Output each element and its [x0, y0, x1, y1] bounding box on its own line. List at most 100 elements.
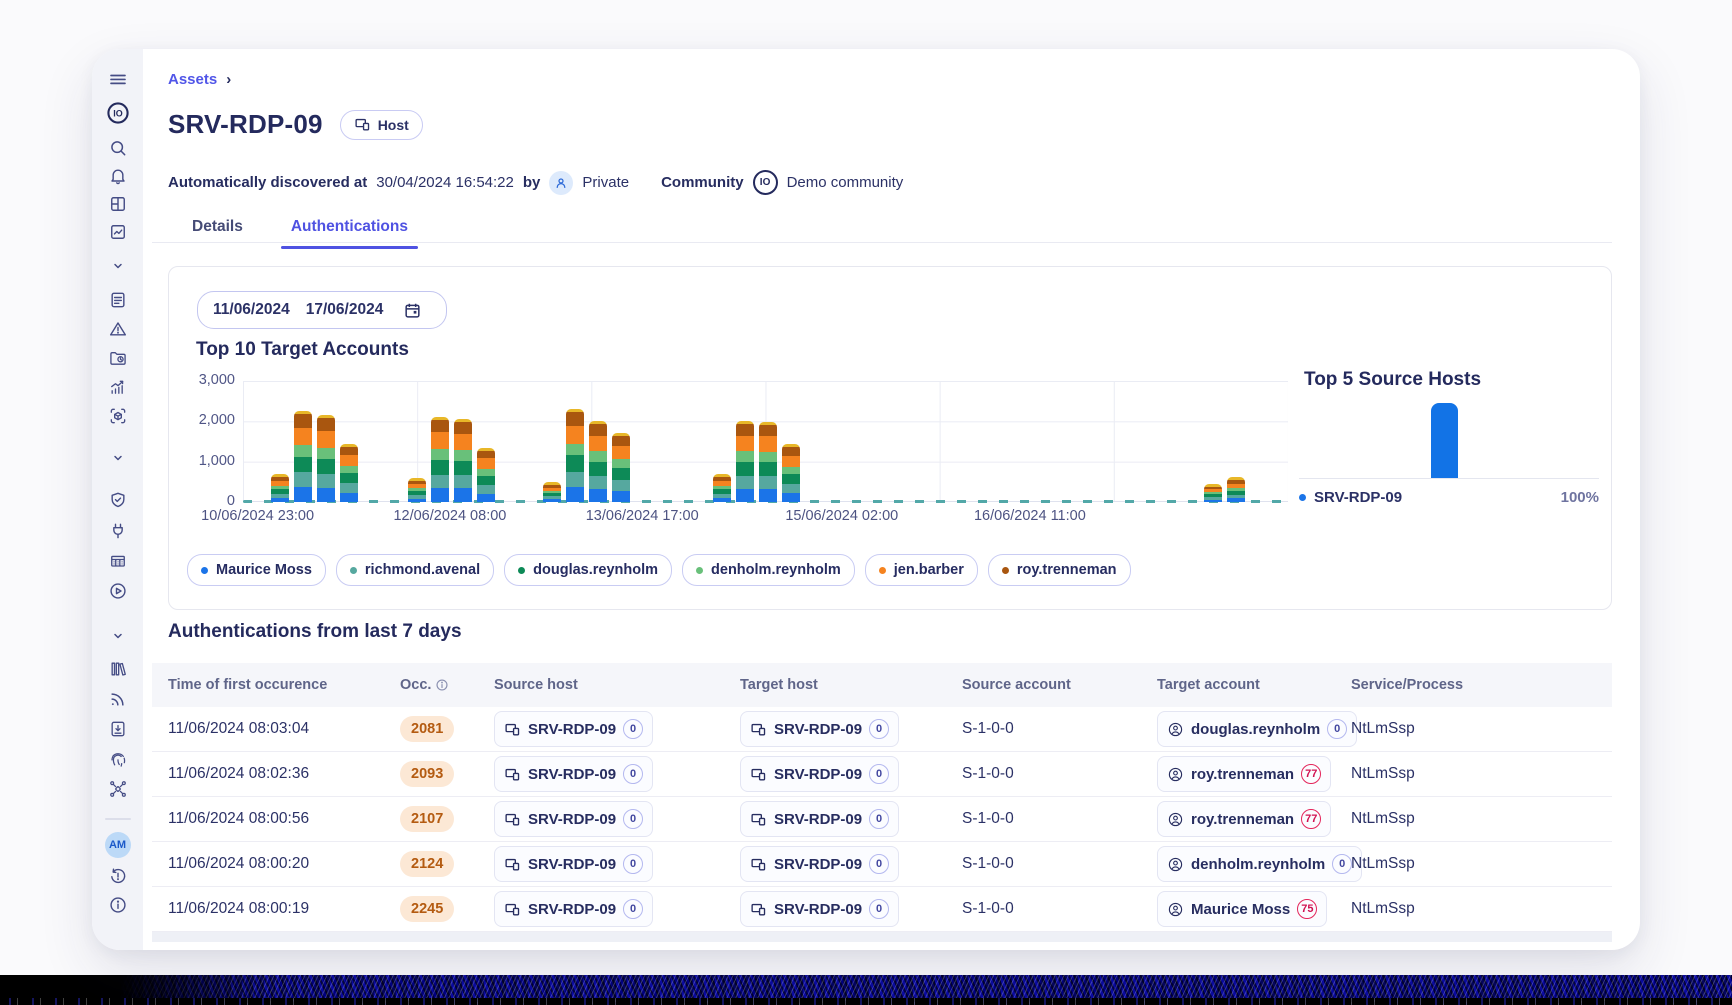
- chevron-down-icon[interactable]: [109, 449, 127, 467]
- entity-chip[interactable]: roy.trenneman77: [1157, 756, 1331, 792]
- stacked-bar[interactable]: [317, 415, 335, 502]
- stacked-bar[interactable]: [454, 419, 472, 502]
- host-type-badge[interactable]: Host: [340, 110, 423, 140]
- plot-area: [243, 381, 1288, 502]
- stacked-bar[interactable]: [431, 417, 449, 502]
- community-value: Demo community: [787, 174, 904, 191]
- entity-chip[interactable]: SRV-RDP-090: [494, 756, 653, 792]
- source-host-bar[interactable]: [1431, 403, 1458, 478]
- tab-authentications[interactable]: Authentications: [281, 212, 418, 249]
- shield-check-icon[interactable]: [108, 490, 128, 510]
- y-axis-tick: 0: [189, 493, 235, 509]
- stacked-bar[interactable]: [543, 482, 561, 502]
- authentications-table: Time of first occurence Occ. Source host…: [152, 663, 1612, 932]
- info-icon[interactable]: [108, 895, 128, 915]
- menu-icon[interactable]: [107, 69, 128, 90]
- layout-grid-icon[interactable]: [108, 194, 128, 214]
- stacked-bar[interactable]: [566, 409, 584, 502]
- laptop-icon: [750, 721, 767, 738]
- authentications-chart-card: 11/06/2024 17/06/2024 Top 10 Target Acco…: [168, 266, 1612, 610]
- plug-integration-icon[interactable]: [108, 521, 128, 541]
- table-row[interactable]: 11/06/2024 08:00:202124SRV-RDP-090SRV-RD…: [152, 842, 1612, 887]
- document-download-icon[interactable]: [108, 719, 128, 739]
- stacked-bar[interactable]: [589, 421, 607, 502]
- legend-chip[interactable]: denholm.reynholm: [682, 554, 855, 586]
- stacked-bar[interactable]: [759, 422, 777, 502]
- legend-chip[interactable]: richmond.avenal: [336, 554, 494, 586]
- chevron-down-icon[interactable]: [109, 627, 127, 645]
- entity-chip[interactable]: SRV-RDP-090: [494, 846, 653, 882]
- asset-scan-icon[interactable]: [108, 406, 128, 426]
- entity-chip[interactable]: SRV-RDP-090: [494, 801, 653, 837]
- search-icon[interactable]: [108, 138, 128, 158]
- table-row[interactable]: 11/06/2024 08:03:042081SRV-RDP-090SRV-RD…: [152, 707, 1612, 752]
- bar-segment: [271, 498, 289, 502]
- tabs-divider: [152, 242, 1612, 243]
- rss-feed-icon[interactable]: [108, 689, 128, 709]
- notifications-bell-icon[interactable]: [108, 166, 128, 186]
- library-books-icon[interactable]: [108, 659, 128, 679]
- legend-label: Maurice Moss: [216, 562, 312, 578]
- stacked-bar[interactable]: [271, 474, 289, 502]
- x-axis-tick: 16/06/2024 11:00: [974, 508, 1086, 524]
- report-document-icon[interactable]: [108, 290, 128, 310]
- table-row[interactable]: 11/06/2024 08:00:192245SRV-RDP-090SRV-RD…: [152, 887, 1612, 932]
- legend-dot: [518, 567, 525, 574]
- tab-details[interactable]: Details: [182, 212, 253, 249]
- bar-segment: [454, 422, 472, 434]
- table-row[interactable]: 11/06/2024 08:02:362093SRV-RDP-090SRV-RD…: [152, 752, 1612, 797]
- alert-triangle-icon[interactable]: [108, 319, 128, 339]
- network-nodes-icon[interactable]: [108, 779, 128, 799]
- play-circle-icon[interactable]: [108, 581, 128, 601]
- fingerprint-identity-icon[interactable]: [108, 749, 128, 769]
- entity-chip[interactable]: SRV-RDP-090: [740, 756, 899, 792]
- trend-stats-icon[interactable]: [108, 377, 128, 397]
- legend-chip[interactable]: Maurice Moss: [187, 554, 326, 586]
- mini-chart-legend: SRV-RDP-09 100%: [1299, 489, 1599, 506]
- entity-chip[interactable]: roy.trenneman77: [1157, 801, 1331, 837]
- user-avatar[interactable]: AM: [105, 832, 131, 858]
- bar-segment: [759, 436, 777, 451]
- info-icon[interactable]: [435, 678, 449, 692]
- legend-chip[interactable]: roy.trenneman: [988, 554, 1131, 586]
- organization-building-icon[interactable]: [108, 551, 128, 571]
- entity-chip[interactable]: Maurice Moss75: [1157, 891, 1327, 927]
- stacked-bar[interactable]: [612, 433, 630, 502]
- stacked-bar[interactable]: [1227, 477, 1245, 502]
- chevron-down-icon[interactable]: [109, 257, 127, 275]
- legend-chip[interactable]: douglas.reynholm: [504, 554, 672, 586]
- app-logo-icon[interactable]: IO: [105, 101, 130, 126]
- stacked-bar[interactable]: [294, 411, 312, 502]
- date-start: 11/06/2024: [213, 301, 290, 319]
- entity-chip[interactable]: SRV-RDP-090: [740, 801, 899, 837]
- stacked-bar[interactable]: [782, 444, 800, 502]
- chart-box-icon[interactable]: [108, 222, 128, 242]
- bar-segment: [782, 474, 800, 484]
- entity-chip[interactable]: SRV-RDP-090: [494, 891, 653, 927]
- stacked-bar[interactable]: [736, 421, 754, 502]
- bar-segment: [713, 498, 731, 502]
- entity-chip[interactable]: denholm.reynholm0: [1157, 846, 1362, 882]
- stacked-bar[interactable]: [477, 448, 495, 502]
- stacked-bar[interactable]: [340, 444, 358, 502]
- stacked-bar[interactable]: [408, 478, 426, 502]
- history-icon[interactable]: [108, 866, 128, 886]
- tab-bar: Details Authentications: [182, 212, 418, 249]
- breadcrumb-assets-link[interactable]: Assets: [168, 71, 217, 88]
- entity-chip[interactable]: SRV-RDP-090: [740, 711, 899, 747]
- stacked-bar[interactable]: [1204, 484, 1222, 502]
- bar-segment: [340, 493, 358, 502]
- entity-chip[interactable]: SRV-RDP-090: [494, 711, 653, 747]
- bar-segment: [1204, 500, 1222, 502]
- table-row[interactable]: 11/06/2024 08:00:562107SRV-RDP-090SRV-RD…: [152, 797, 1612, 842]
- stacked-bar[interactable]: [713, 474, 731, 502]
- entity-chip[interactable]: SRV-RDP-090: [740, 846, 899, 882]
- folder-clock-icon[interactable]: [108, 348, 128, 368]
- col-occ: Occ.: [400, 677, 494, 693]
- bar-segment: [431, 460, 449, 475]
- entity-chip[interactable]: SRV-RDP-090: [740, 891, 899, 927]
- date-range-picker[interactable]: 11/06/2024 17/06/2024: [197, 291, 447, 329]
- legend-chip[interactable]: jen.barber: [865, 554, 978, 586]
- entity-chip[interactable]: douglas.reynholm0: [1157, 711, 1357, 747]
- legend-dot: [879, 567, 886, 574]
